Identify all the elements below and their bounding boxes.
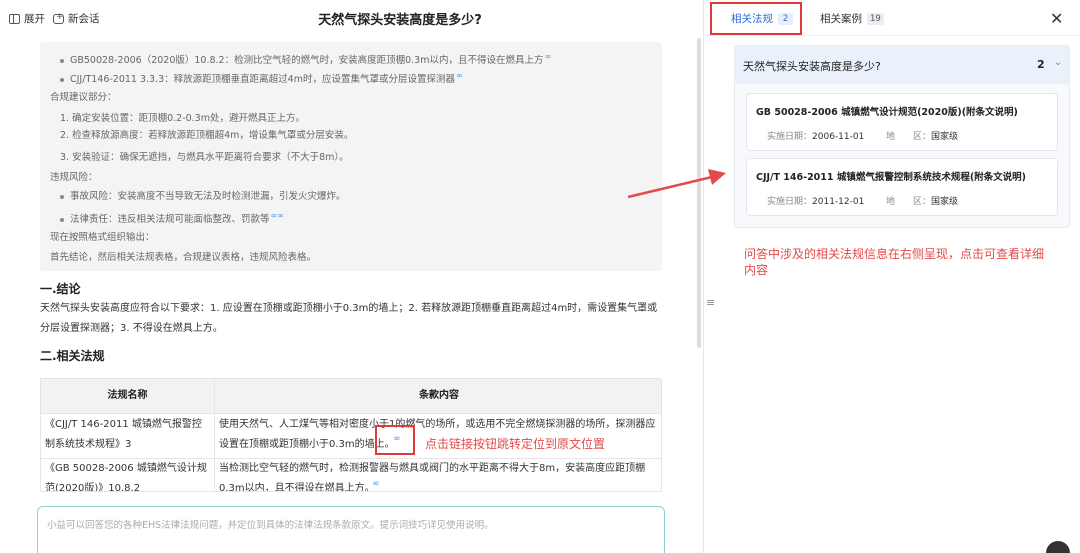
highlight-box: [375, 425, 415, 455]
input-placeholder: 小益可以回答您的各种EHS法律法规问题，并定位到具体的法律法规条款原文。提示词技…: [47, 520, 494, 531]
laws-heading: 二.相关法规: [40, 349, 105, 363]
expand-button[interactable]: 展开: [9, 11, 45, 26]
reasoning-block: GB50028-2006（2020版）10.8.2：检测比空气轻的燃气时，安装高…: [40, 42, 662, 271]
conclusion-text: 天然气探头安装高度应符合以下要求：1. 应设置在顶棚或距顶棚小于0.3m的墙上；…: [40, 303, 658, 334]
risk-item: 法律责任：违反相关法规可能面临整改、罚款等∞∞: [60, 209, 284, 226]
link-icon[interactable]: ∞: [456, 71, 463, 80]
advice-item: 2. 检查释放源高度：若释放源距顶棚超4m，增设集气罩或分层安装。: [60, 130, 354, 141]
meta-label: 地 区：: [886, 197, 932, 207]
link-icon[interactable]: ∞: [544, 52, 551, 61]
new-chat-button[interactable]: 新会话: [53, 11, 100, 26]
bullet-dot: [60, 194, 64, 199]
bullet-dot: [60, 58, 64, 63]
conclusion-heading: 一.结论: [40, 282, 81, 296]
meta-label: 实施日期：: [767, 197, 813, 207]
column-header: 条款内容: [215, 379, 661, 413]
law-card[interactable]: GB 50028-2006 城镇燃气设计规范(2020版)(附条文说明) 实施日…: [746, 93, 1058, 151]
meta-value: 国家级: [931, 132, 959, 142]
bullet-dot: [60, 77, 64, 82]
highlight-box: [710, 2, 802, 35]
new-chat-icon: [53, 12, 64, 24]
reasoning-text: 首先结论，然后相关法规表格，合规建议表格，违规风险表格。: [50, 252, 317, 263]
question-title: 天然气探头安装高度是多少?: [743, 60, 881, 73]
section-label: 合规建议部分：: [50, 92, 117, 103]
link-icon[interactable]: ∞: [372, 479, 380, 489]
close-icon[interactable]: ✕: [1050, 9, 1063, 28]
reasoning-bullet: CJJ/T146-2011 3.3.3：释放源距顶棚垂直距离超过4m时，应设置集…: [60, 69, 463, 86]
risk-item: 事故风险：安装高度不当导致无法及时检测泄漏，引发火灾爆炸。: [60, 190, 346, 203]
law-region: 地 区：国家级: [886, 129, 958, 142]
page-title: 天然气探头安装高度是多少?: [318, 13, 482, 28]
law-title: CJJ/T 146-2011 城镇燃气报警控制系统技术规程(附条文说明): [756, 172, 1027, 183]
meta-value: 2006-11-01: [812, 132, 865, 142]
bullet-dot: [60, 217, 64, 222]
chat-input[interactable]: 小益可以回答您的各种EHS法律法规问题，并定位到具体的法律法规条款原文。提示词技…: [37, 506, 665, 553]
section-label: 违规风险：: [50, 172, 98, 183]
app-window: 展开 新会话 天然气探头安装高度是多少? GB50028-2006（2020版）…: [0, 0, 1080, 553]
bullet-text: 法律责任：违反相关法规可能面临整改、罚款等: [70, 214, 270, 226]
column-header: 法规名称: [41, 379, 214, 413]
advice-item: 1. 确定安装位置：距顶棚0.2-0.3m处，避开燃具正上方。: [60, 113, 305, 124]
law-title: GB 50028-2006 城镇燃气设计规范(2020版)(附条文说明): [756, 107, 1018, 118]
reasoning-text: 现在按照格式组织输出：: [50, 232, 155, 243]
sidebar-icon: [9, 13, 20, 24]
table-cell: 《CJJ/T 146-2011 城镇燃气报警控制系统技术规程》3: [45, 419, 202, 450]
question-group: 天然气探头安装高度是多少? 2 ⌄ GB 50028-2006 城镇燃气设计规范…: [734, 45, 1070, 228]
meta-value: 2011-12-01: [812, 197, 865, 207]
expand-label: 展开: [24, 13, 45, 25]
law-date: 实施日期：2006-11-01: [767, 129, 864, 142]
law-date: 实施日期：2011-12-01: [767, 194, 864, 207]
tab-related-cases[interactable]: 相关案例 19: [820, 11, 884, 26]
question-count: 2: [1037, 58, 1045, 71]
chat-pane: 展开 新会话 天然气探头安装高度是多少? GB50028-2006（2020版）…: [0, 0, 703, 553]
bullet-text: GB50028-2006（2020版）10.8.2：检测比空气轻的燃气时，安装高…: [70, 55, 544, 67]
table-cell: 当检测比空气轻的燃气时，检测报警器与燃具或阀门的水平距离不得大于8m，安装高度应…: [219, 463, 646, 492]
law-region: 地 区：国家级: [886, 194, 958, 207]
chevron-down-icon[interactable]: ⌄: [1054, 57, 1062, 68]
meta-value: 国家级: [931, 197, 959, 207]
meta-label: 实施日期：: [767, 132, 813, 142]
tab-label: 相关案例: [820, 13, 862, 25]
advice-item: 3. 安装验证：确保无遮挡，与燃具水平距离符合要求（不大于8m）。: [60, 152, 349, 163]
table-cell: 《GB 50028-2006 城镇燃气设计规范(2020版)》10.8.2: [45, 463, 207, 492]
bullet-text: CJJ/T146-2011 3.3.3：释放源距顶棚垂直距离超过4m时，应设置集…: [70, 74, 455, 86]
reasoning-bullet: GB50028-2006（2020版）10.8.2：检测比空气轻的燃气时，安装高…: [60, 50, 551, 67]
row-divider: [41, 413, 661, 414]
meta-label: 地 区：: [886, 132, 932, 142]
question-header[interactable]: 天然气探头安装高度是多少? 2 ⌄: [735, 46, 1069, 84]
link-icon[interactable]: ∞∞: [271, 211, 284, 220]
scrollbar[interactable]: [697, 38, 701, 348]
link-annotation: 点击链接按钮跳转定位到原文位置: [425, 437, 606, 451]
count-badge: 19: [867, 12, 884, 25]
law-card[interactable]: CJJ/T 146-2011 城镇燃气报警控制系统技术规程(附条文说明) 实施日…: [746, 158, 1058, 216]
top-bar: 展开 新会话 天然气探头安装高度是多少?: [0, 0, 703, 38]
new-chat-label: 新会话: [68, 13, 100, 25]
reference-tabs: 相关法规 2 相关案例 19 ✕: [704, 0, 1080, 36]
bullet-text: 事故风险：安装高度不当导致无法及时检测泄漏，引发火灾爆炸。: [70, 191, 346, 202]
panel-annotation: 问答中涉及的相关法规信息在右侧呈现，点击可查看详细内容: [744, 247, 1045, 277]
